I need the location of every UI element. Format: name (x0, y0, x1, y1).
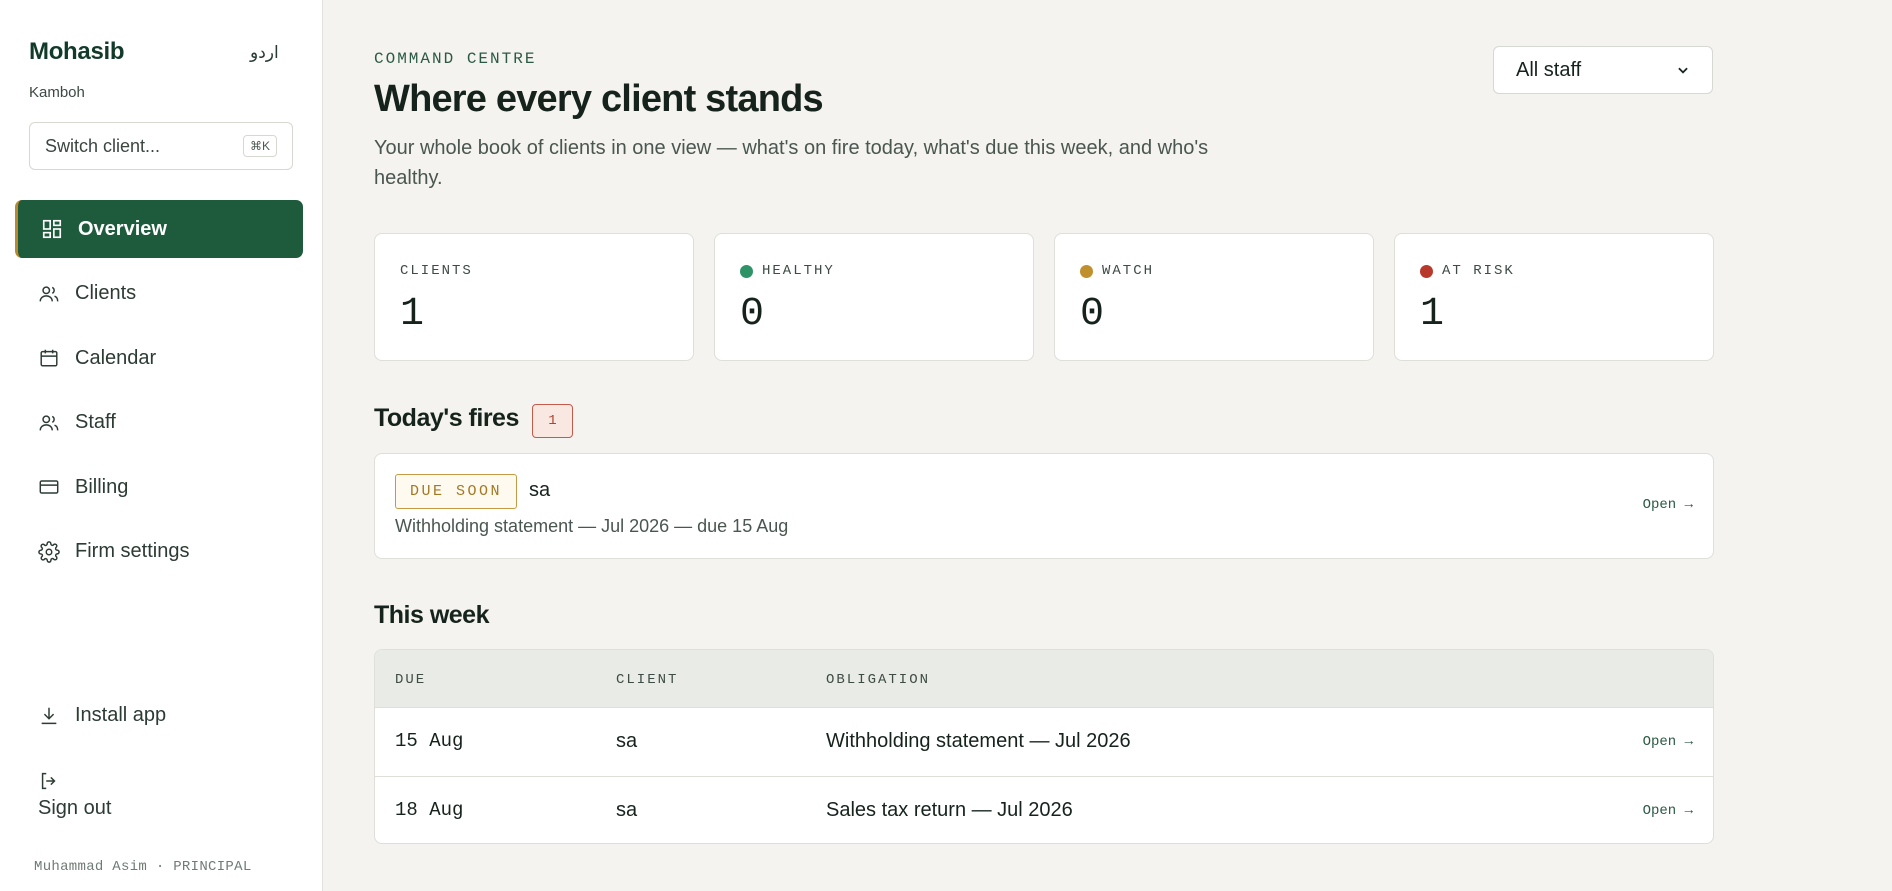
obligation: Sales tax return — Jul 2026 (826, 799, 1073, 821)
sidebar-item-firm-settings[interactable]: Firm settings (15, 523, 303, 581)
column-header-obligation: OBLIGATION (826, 672, 931, 688)
stat-label: WATCH (1080, 263, 1154, 279)
status-dot (740, 264, 753, 278)
sidebar-item-label: Clients (75, 282, 137, 304)
install-app-label: Install app (75, 704, 167, 726)
stat-card-at-risk: AT RISK 1 (1394, 233, 1714, 361)
language-toggle[interactable]: اردو (250, 43, 279, 63)
stat-card-watch: WATCH 0 (1054, 233, 1374, 361)
client-name: sa (616, 730, 638, 752)
stat-card-clients: CLIENTS 1 (374, 233, 694, 361)
fire-description: Withholding statement — Jul 2026 — due 1… (395, 516, 789, 536)
users-icon (39, 285, 59, 301)
keyboard-shortcut: ⌘K (242, 135, 277, 157)
status-dot (1420, 264, 1433, 278)
sidebar: Mohasib اردو Kamboh Switch client... ⌘K … (0, 0, 323, 891)
stat-label: AT RISK (1420, 263, 1515, 279)
table-row[interactable]: 15 Aug sa Withholding statement — Jul 20… (375, 708, 1713, 776)
column-header-client: CLIENT (616, 672, 679, 688)
stat-value: 1 (400, 292, 425, 337)
switch-client-button[interactable]: Switch client... ⌘K (29, 122, 293, 170)
this-week-table: DUE CLIENT OBLIGATION 15 Aug sa Withhold… (374, 649, 1714, 844)
sidebar-item-label: Firm settings (75, 540, 190, 562)
page-title: Where every client stands (374, 78, 824, 120)
obligation: Withholding statement — Jul 2026 (826, 730, 1131, 752)
sign-out-icon[interactable] (38, 770, 60, 792)
table-header: DUE CLIENT OBLIGATION (375, 650, 1713, 708)
stat-value: 1 (1420, 292, 1445, 337)
status-badge: DUE SOON (395, 474, 518, 509)
staff-filter-select[interactable]: All staff (1493, 46, 1713, 94)
page-subtitle: Your whole book of clients in one view —… (374, 137, 1209, 189)
fire-client-name: sa (529, 479, 551, 501)
client-name: sa (616, 799, 638, 821)
sidebar-item-label: Billing (75, 475, 129, 498)
status-dot (1080, 264, 1093, 278)
sidebar-item-overview[interactable]: Overview (15, 200, 303, 258)
current-user: Muhammad Asim · PRINCIPAL (34, 859, 252, 875)
stat-value: 0 (1080, 292, 1105, 337)
stat-card-healthy: HEALTHY 0 (714, 233, 1034, 361)
fires-count-badge: 1 (532, 404, 573, 438)
sidebar-item-staff[interactable]: Staff (15, 394, 303, 452)
switch-client-label: Switch client... (45, 135, 161, 156)
stat-label: HEALTHY (740, 263, 835, 279)
credit-card-icon (39, 480, 59, 494)
chevron-down-icon (1678, 67, 1688, 74)
fires-heading: Today's fires (374, 404, 519, 432)
table-row[interactable]: 18 Aug sa Sales tax return — Jul 2026 Op… (375, 776, 1713, 843)
calendar-icon (40, 349, 58, 367)
sidebar-nav: Overview Clients Calendar Staff Billing (15, 200, 303, 587)
sidebar-item-calendar[interactable]: Calendar (15, 329, 303, 387)
column-header-due: DUE (395, 672, 427, 688)
this-week-heading: This week (374, 601, 490, 629)
sidebar-item-label: Calendar (75, 346, 157, 369)
sidebar-item-label: Staff (75, 411, 116, 433)
open-link[interactable]: Open → (1643, 497, 1693, 513)
open-link[interactable]: Open → (1643, 803, 1693, 819)
firm-name: Kamboh (29, 84, 85, 101)
gear-icon (38, 540, 60, 563)
fire-item[interactable]: DUE SOON sa Withholding statement — Jul … (374, 453, 1714, 559)
open-link[interactable]: Open → (1643, 734, 1693, 750)
due-date: 15 Aug (395, 730, 464, 752)
brand-name: Mohasib (29, 38, 125, 65)
stat-value: 0 (740, 292, 765, 337)
sidebar-item-label: Overview (78, 217, 167, 240)
users-icon (39, 414, 59, 430)
stat-label: CLIENTS (400, 263, 473, 279)
download-icon (41, 707, 57, 724)
sidebar-item-billing[interactable]: Billing (15, 458, 303, 516)
due-date: 18 Aug (395, 799, 464, 821)
staff-filter-value: All staff (1516, 58, 1582, 81)
grid-icon (42, 219, 62, 239)
install-app-button[interactable]: Install app (38, 704, 166, 727)
sign-out-button[interactable]: Sign out (38, 797, 111, 820)
page-eyebrow: COMMAND CENTRE (374, 50, 537, 68)
sidebar-item-clients[interactable]: Clients (15, 265, 303, 323)
